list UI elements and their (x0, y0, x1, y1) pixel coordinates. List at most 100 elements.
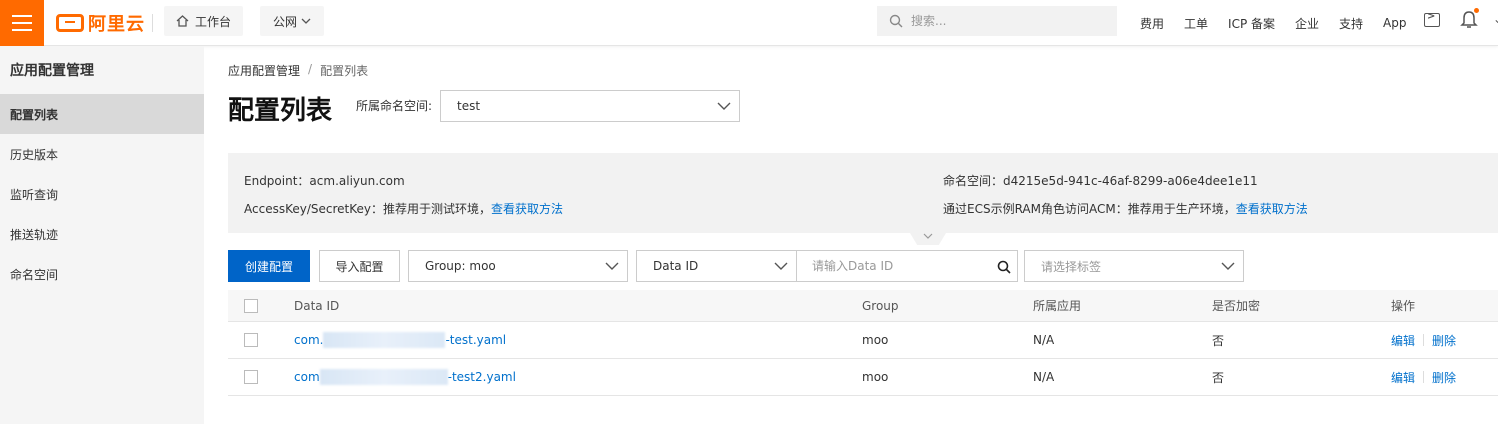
region-label: 公网 (272, 14, 297, 29)
ecs-ram-text: 推荐用于生产环境， (1127, 202, 1236, 216)
sidebar-item-namespace[interactable]: 命名空间 (0, 254, 204, 294)
breadcrumb-separator: / (308, 62, 313, 76)
aliyun-logo-icon (56, 14, 84, 32)
nav-enterprise[interactable]: 企业 (1295, 15, 1319, 32)
endpoint-value: acm.aliyun.com (309, 174, 405, 188)
ops-cell: 编辑 删除 (1391, 322, 1456, 358)
global-search[interactable] (877, 6, 1117, 36)
table-header: Data ID Group 所属应用 是否加密 操作 (228, 290, 1498, 322)
dataid-suffix: -test.yaml (445, 333, 507, 347)
search-icon[interactable] (997, 260, 1011, 274)
header-ops: 操作 (1391, 299, 1416, 313)
endpoint-label: Endpoint： (244, 174, 310, 188)
top-navigation-bar: 阿里云 工作台 公网 费用 工单 ICP 备案 企业 支持 App ⌄ (0, 0, 1498, 46)
ecs-ram-label: 通过ECS示例RAM角色访问ACM： (943, 202, 1128, 216)
header-encrypted: 是否加密 (1212, 299, 1261, 313)
chevron-down-icon (1221, 262, 1235, 270)
header-dataid: Data ID (294, 298, 340, 313)
table-row: com. -test.yaml moo N/A 否 编辑 删除 (228, 322, 1498, 359)
chevron-down-icon (605, 262, 619, 270)
dataid-link[interactable]: com. -test.yaml (294, 322, 506, 358)
header-group: Group (862, 298, 899, 313)
breadcrumb-root[interactable]: 应用配置管理 (228, 62, 300, 79)
nav-billing[interactable]: 费用 (1140, 15, 1164, 32)
namespace-id-row: 命名空间：d4215e5d-941c-46af-8299-a06e4dee1e1… (943, 172, 1258, 189)
search-field-select[interactable]: Data ID (636, 250, 797, 282)
endpoint-row: Endpoint：acm.aliyun.com (244, 172, 405, 189)
tag-select[interactable]: 请选择标签 (1024, 250, 1244, 282)
breadcrumb-current: 配置列表 (320, 64, 369, 78)
sidebar-item-push-trace[interactable]: 推送轨迹 (0, 214, 204, 254)
search-icon (889, 14, 903, 28)
dataid-prefix: com (294, 370, 320, 384)
group-cell: moo (862, 370, 889, 384)
namespace-select[interactable]: test (440, 90, 740, 122)
sidebar-item-history[interactable]: 历史版本 (0, 134, 204, 174)
collapse-panel-toggle[interactable] (910, 233, 946, 245)
more-icon[interactable]: ⌄ (1493, 12, 1498, 26)
create-config-button[interactable]: 创建配置 (228, 250, 310, 282)
namespace-value: test (457, 99, 481, 113)
header-app: 所属应用 (1033, 299, 1082, 313)
dataid-search-input[interactable] (812, 259, 982, 273)
row-select-cell (244, 322, 258, 358)
encrypted-cell: 否 (1212, 370, 1225, 385)
delete-link[interactable]: 删除 (1432, 332, 1456, 349)
accesskey-row: AccessKey/SecretKey：推荐用于测试环境，查看获取方法 (244, 200, 563, 217)
tag-select-placeholder: 请选择标签 (1041, 259, 1102, 274)
group-select-value: Group: moo (425, 259, 496, 273)
dataid-search-box[interactable] (796, 250, 1018, 282)
logo-text: 阿里云 (88, 14, 145, 35)
nav-app[interactable]: App (1383, 16, 1406, 30)
row-checkbox[interactable] (244, 370, 258, 384)
namespace-id-value: d4215e5d-941c-46af-8299-a06e4dee1e11 (1003, 174, 1258, 188)
home-icon (176, 15, 189, 27)
hamburger-menu-icon[interactable] (0, 0, 44, 46)
notification-badge (1474, 8, 1479, 13)
workbench-label: 工作台 (195, 14, 232, 29)
accesskey-label: AccessKey/SecretKey： (244, 202, 383, 216)
page-title: 配置列表 (228, 96, 333, 126)
row-checkbox[interactable] (244, 333, 258, 347)
row-select-cell (244, 359, 258, 395)
config-table: Data ID Group 所属应用 是否加密 操作 com. -test.yam… (228, 290, 1498, 396)
bell-icon[interactable] (1460, 10, 1478, 30)
encrypted-cell: 否 (1212, 333, 1225, 348)
divider (152, 14, 153, 32)
sidebar-title: 应用配置管理 (10, 63, 94, 79)
workbench-button[interactable]: 工作台 (164, 6, 244, 36)
aliyun-logo[interactable]: 阿里云 (56, 11, 145, 35)
ecs-ram-help-link[interactable]: 查看获取方法 (1236, 202, 1308, 216)
sidebar-item-config-list[interactable]: 配置列表 (0, 94, 204, 134)
op-divider (1423, 334, 1425, 346)
namespace-id-label: 命名空间： (943, 174, 1004, 188)
delete-link[interactable]: 删除 (1432, 369, 1456, 386)
ecs-ram-row: 通过ECS示例RAM角色访问ACM：推荐用于生产环境，查看获取方法 (943, 200, 1308, 217)
namespace-label: 所属命名空间: (356, 99, 433, 113)
global-search-input[interactable] (911, 14, 1101, 28)
redacted-text (323, 332, 446, 348)
nav-support[interactable]: 支持 (1339, 15, 1363, 32)
redacted-text (319, 369, 448, 385)
app-cell: N/A (1033, 333, 1055, 347)
sidebar: 应用配置管理 配置列表 历史版本 监听查询 推送轨迹 命名空间 (0, 46, 204, 424)
group-select[interactable]: Group: moo (408, 250, 628, 282)
select-all-checkbox[interactable] (244, 298, 258, 313)
chevron-down-icon (301, 18, 311, 24)
terminal-icon[interactable] (1424, 11, 1440, 27)
op-divider (1423, 371, 1425, 383)
edit-link[interactable]: 编辑 (1391, 332, 1415, 349)
accesskey-help-link[interactable]: 查看获取方法 (491, 202, 563, 216)
import-config-button[interactable]: 导入配置 (319, 250, 400, 282)
region-select[interactable]: 公网 (260, 6, 324, 36)
edit-link[interactable]: 编辑 (1391, 369, 1415, 386)
sidebar-item-listener-query[interactable]: 监听查询 (0, 174, 204, 214)
nav-icp[interactable]: ICP 备案 (1228, 15, 1275, 32)
chevron-down-icon (774, 262, 788, 270)
dataid-suffix: -test2.yaml (447, 370, 516, 384)
top-nav-links: 费用 工单 ICP 备案 企业 支持 App (1140, 0, 1427, 46)
nav-tickets[interactable]: 工单 (1184, 15, 1208, 32)
breadcrumb: 应用配置管理 / 配置列表 (228, 62, 368, 79)
accesskey-text: 推荐用于测试环境， (383, 202, 492, 216)
dataid-link[interactable]: com -test2.yaml (294, 359, 516, 395)
